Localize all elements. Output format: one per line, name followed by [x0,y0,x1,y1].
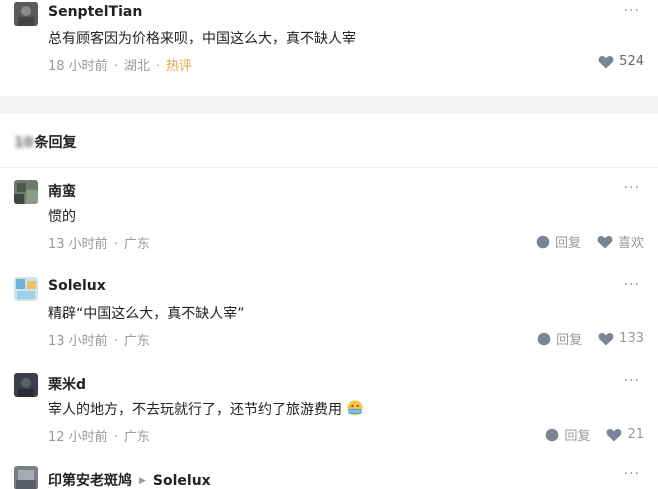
location: 广东 [123,334,150,349]
timestamp: 18 小时前 [48,59,108,74]
reply-arrow-icon: ▶ [139,476,146,486]
comment-meta: 13 小时前 · 广东 [48,334,150,349]
location: 广东 [123,237,150,252]
comment-meta: 18 小时前 · 湖北 · 热评 [48,59,192,74]
comment-bubble-icon [546,428,559,441]
like-button[interactable]: 喜欢 [597,232,644,251]
more-icon[interactable]: ··· [624,466,640,482]
comment-meta: 12 小时前 · 广东 [48,430,150,445]
username[interactable]: 印第安老斑鸠 [48,473,132,489]
heart-icon [607,428,622,441]
money-emoji-icon [346,400,364,416]
like-count: 524 [619,54,644,69]
username[interactable]: 南蛮 [48,181,76,201]
reply-count: 10 [14,135,34,151]
like-button[interactable]: 524 [598,54,644,69]
location: 湖北 [123,59,150,74]
reply-to-username[interactable]: Solelux [153,473,211,489]
reply-chain: 印第安老斑鸠 ▶ Solelux [48,470,211,489]
comment-text: 宰人的地方，不去玩就行了，还节约了旅游费用 [48,399,364,419]
more-icon[interactable]: ··· [624,3,640,19]
reply-label: 回复 [564,429,591,444]
comment-text-content: 宰人的地方，不去玩就行了，还节约了旅游费用 [48,402,342,418]
avatar[interactable] [14,277,38,301]
reply-actions: 回复 21 [529,425,644,444]
reply-button[interactable]: 回复 [537,329,582,348]
avatar[interactable] [14,2,38,26]
comment-bubble-icon [537,332,551,345]
comment-meta: 13 小时前 · 广东 [48,237,150,252]
more-icon[interactable]: ··· [624,277,640,293]
avatar[interactable] [14,180,38,204]
replies-header: 10条回复 [14,132,76,152]
reply-label: 回复 [554,236,581,251]
comment-text: 总有顾客因为价格来呗，中国这么大，真不缺人宰 [48,31,356,47]
avatar[interactable] [14,466,38,489]
avatar[interactable] [14,373,38,397]
username[interactable]: 栗米d [48,374,86,394]
username[interactable]: SenptelTian [48,4,142,20]
reply-actions: 回复 133 [521,329,644,348]
more-icon[interactable]: ··· [624,373,640,389]
section-separator [0,96,658,114]
comment-bubble-icon [536,235,550,248]
comment-text: 精辟“中国这么大，真不缺人宰” [48,306,245,322]
location: 广东 [123,430,150,445]
username[interactable]: Solelux [48,278,106,294]
timestamp: 13 小时前 [48,334,108,349]
like-count: 133 [619,331,644,346]
hot-tag: 热评 [165,59,192,74]
reply-button[interactable]: 回复 [536,232,581,251]
comment-text: 惯的 [48,209,76,225]
timestamp: 12 小时前 [48,430,108,445]
like-count: 21 [627,427,644,442]
reply-actions: 回复 喜欢 [520,232,644,251]
heart-icon [598,332,614,345]
like-button[interactable]: 21 [606,427,644,442]
heart-icon [597,235,613,248]
timestamp: 13 小时前 [48,237,108,252]
reply-label: 回复 [556,333,583,348]
more-icon[interactable]: ··· [624,180,640,196]
reply-button[interactable]: 回复 [545,425,590,444]
divider [0,167,658,168]
heart-icon [598,55,614,68]
like-label: 喜欢 [617,236,644,251]
like-button[interactable]: 133 [598,331,644,346]
reply-count-label: 条回复 [34,135,77,151]
comment-actions: 524 [582,54,644,69]
